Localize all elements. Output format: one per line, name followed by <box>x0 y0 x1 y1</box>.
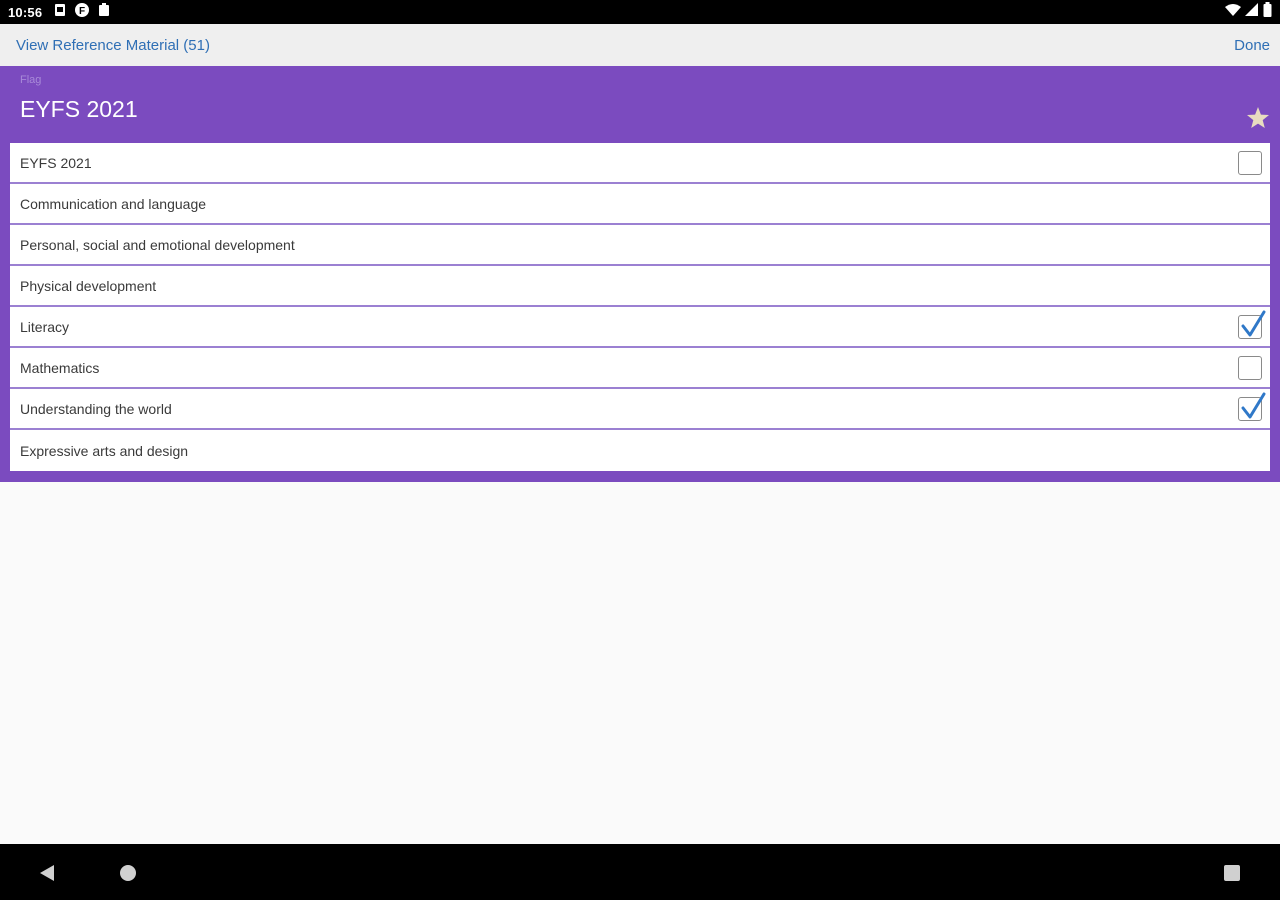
action-bar: View Reference Material (51) Done <box>0 24 1280 66</box>
checkbox-unchecked[interactable] <box>1238 355 1262 380</box>
list-item-label: Understanding the world <box>20 400 172 417</box>
list-item[interactable]: EYFS 2021 <box>10 143 1270 184</box>
list-item[interactable]: Personal, social and emotional developme… <box>10 225 1270 266</box>
list-item-label: Expressive arts and design <box>20 442 189 459</box>
list-item[interactable]: Literacy <box>10 307 1270 348</box>
list-item-label: Communication and language <box>20 195 207 212</box>
list-item-label: Physical development <box>20 277 157 294</box>
empty-content-area <box>0 482 1280 844</box>
checkbox-checked[interactable] <box>1238 392 1266 421</box>
list-item-label: EYFS 2021 <box>20 154 92 171</box>
list-item[interactable]: Understanding the world <box>10 389 1270 430</box>
view-reference-material-link[interactable]: View Reference Material (51) <box>16 37 210 54</box>
clipboard-icon <box>98 2 110 22</box>
status-bar: 10:56 F <box>0 0 1280 24</box>
back-icon[interactable] <box>38 864 56 887</box>
panel-small-label: Flag <box>20 74 42 86</box>
list-item[interactable]: Physical development <box>10 266 1270 307</box>
svg-text:F: F <box>79 6 85 17</box>
list-item-label: Personal, social and emotional developme… <box>20 236 295 253</box>
checkmark-icon <box>1241 392 1266 418</box>
navigation-bar <box>0 844 1280 900</box>
list-item[interactable]: Expressive arts and design <box>10 430 1270 471</box>
battery-icon <box>1263 2 1272 22</box>
list-item[interactable]: Communication and language <box>10 184 1270 225</box>
panel-title: EYFS 2021 <box>20 96 138 122</box>
checkbox-checked[interactable] <box>1238 310 1266 339</box>
sd-card-icon <box>54 3 66 22</box>
list-item-label: Mathematics <box>20 359 100 376</box>
list-item-label: Literacy <box>20 318 70 335</box>
done-button[interactable]: Done <box>1234 37 1270 54</box>
checkbox-unchecked[interactable] <box>1238 150 1262 175</box>
wifi-icon <box>1225 3 1241 22</box>
app-icon: F <box>74 2 90 23</box>
signal-icon <box>1245 2 1259 22</box>
home-icon[interactable] <box>120 865 136 881</box>
star-icon[interactable] <box>1246 106 1270 130</box>
flag-panel: Flag EYFS 2021 EYFS 2021 Communication an… <box>0 66 1280 482</box>
checkmark-icon <box>1241 310 1266 336</box>
status-icons-right <box>1225 2 1272 22</box>
recents-icon[interactable] <box>1224 865 1240 881</box>
status-icons-left: F <box>54 2 110 23</box>
list-item[interactable]: Mathematics <box>10 348 1270 389</box>
status-time: 10:56 <box>8 4 43 20</box>
flag-list: EYFS 2021 Communication and language Perso… <box>10 143 1270 471</box>
